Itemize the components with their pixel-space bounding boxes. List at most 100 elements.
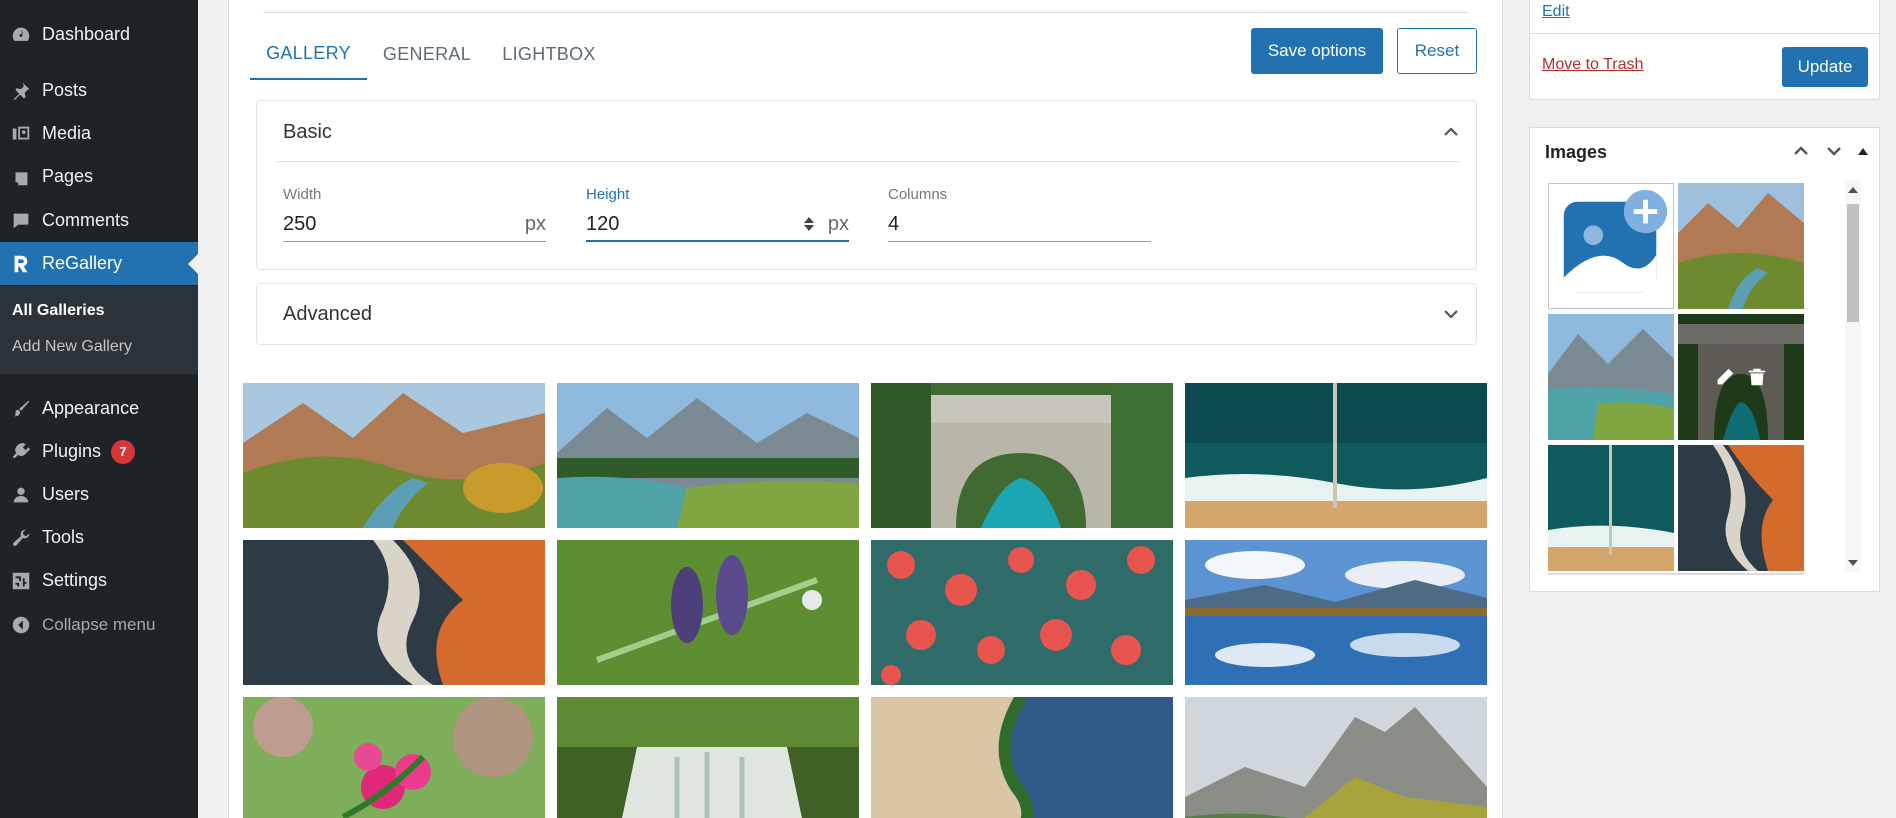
advanced-panel-title[interactable]: Advanced [283, 303, 372, 326]
gallery-image-pink-blossom[interactable] [243, 697, 545, 818]
gallery-image-stone-bridge[interactable] [871, 383, 1173, 528]
height-field[interactable]: Height 120 px [586, 186, 849, 242]
add-image-icon [1563, 189, 1668, 293]
chevron-up-icon[interactable] [1442, 123, 1460, 141]
gallery-image-waterfall[interactable] [557, 697, 859, 818]
width-input[interactable]: 250 [283, 213, 517, 236]
save-options-button[interactable]: Save options [1251, 28, 1383, 74]
divider [277, 161, 1459, 162]
columns-input[interactable]: 4 [888, 213, 1151, 236]
menu-label: Dashboard [42, 24, 131, 44]
divider [263, 12, 1469, 13]
menu-item-plugins[interactable]: Plugins 7 [0, 430, 198, 473]
menu-label: Collapse menu [42, 614, 156, 634]
pages-icon [0, 166, 42, 188]
basic-panel-title[interactable]: Basic [283, 121, 332, 144]
toggle-panel-icon[interactable] [1850, 138, 1876, 164]
collapse-arrow-icon [0, 614, 42, 636]
menu-item-comments[interactable]: Comments [0, 199, 198, 242]
submenu-all-galleries[interactable]: All Galleries [12, 302, 105, 320]
basic-settings-panel: Basic Width 250 px Height 120 px Columns… [256, 100, 1477, 270]
collapse-menu-button[interactable]: Collapse menu [0, 603, 198, 646]
regallery-submenu: All Galleries Add New Gallery [0, 286, 198, 374]
submenu-add-new-gallery[interactable]: Add New Gallery [12, 338, 132, 356]
height-input[interactable]: 120 [586, 213, 804, 236]
menu-label: Plugins [42, 441, 102, 461]
menu-label: Posts [42, 80, 88, 100]
gallery-image-lake-reflection[interactable] [1185, 540, 1487, 685]
settings-icon [0, 570, 42, 592]
gallery-image-coastline-road[interactable] [871, 697, 1173, 818]
reset-button[interactable]: Reset [1397, 28, 1477, 74]
number-stepper[interactable] [803, 217, 814, 231]
brush-icon [0, 398, 42, 420]
publish-box: Edit Move to Trash Update [1529, 0, 1880, 100]
dashboard-icon [0, 24, 42, 46]
menu-label: Tools [42, 527, 85, 547]
gallery-image-canyon-river[interactable] [243, 383, 545, 528]
columns-field[interactable]: Columns 4 [888, 186, 1151, 242]
tab-lightbox[interactable]: LIGHTBOX [487, 28, 611, 80]
menu-label: Settings [42, 570, 108, 590]
scroll-down-icon[interactable] [1848, 560, 1858, 566]
comment-icon [0, 210, 42, 232]
menu-label: ReGallery [42, 253, 123, 273]
field-label: Height [586, 186, 630, 203]
image-thumb-stone-bridge[interactable] [1678, 314, 1804, 440]
menu-item-regallery[interactable]: ReGallery [0, 242, 198, 285]
images-scrollbar[interactable] [1845, 180, 1861, 572]
field-label: Width [283, 186, 322, 203]
add-images-button[interactable]: Add images [1548, 183, 1674, 309]
move-to-trash-link[interactable]: Move to Trash [1542, 56, 1643, 74]
gallery-image-red-flowers[interactable] [871, 540, 1173, 685]
images-box-title: Images [1545, 142, 1608, 162]
menu-label: Pages [42, 166, 94, 186]
image-thumb-pier-aerial[interactable] [1548, 445, 1674, 571]
image-thumb-mountain-lake[interactable] [1548, 314, 1674, 440]
pin-icon [0, 80, 42, 102]
divider [1530, 33, 1879, 34]
gallery-editor-panel: GALLERY GENERAL LIGHTBOX Save options Re… [228, 0, 1503, 818]
tab-general[interactable]: GENERAL [367, 28, 487, 80]
regallery-icon [0, 253, 42, 275]
plugin-icon [0, 441, 42, 463]
move-down-icon[interactable] [1821, 138, 1847, 164]
edit-link[interactable]: Edit [1542, 3, 1570, 21]
advanced-settings-panel[interactable]: Advanced [256, 283, 1477, 345]
scrollbar-thumb[interactable] [1847, 204, 1859, 322]
unit-label: px [524, 213, 546, 235]
chevron-down-icon[interactable] [1442, 305, 1460, 323]
menu-label: Comments [42, 210, 130, 230]
update-button[interactable]: Update [1782, 47, 1868, 87]
gallery-image-sea-rocks[interactable] [243, 540, 545, 685]
gallery-image-pier-aerial[interactable] [1185, 383, 1487, 528]
menu-label: Appearance [42, 398, 140, 418]
menu-item-appearance[interactable]: Appearance [0, 387, 198, 430]
menu-item-posts[interactable]: Posts [0, 69, 198, 112]
menu-item-dashboard[interactable]: Dashboard [0, 13, 198, 56]
menu-item-tools[interactable]: Tools [0, 516, 198, 559]
wrench-icon [0, 527, 42, 549]
plugins-update-badge: 7 [111, 439, 136, 464]
gallery-image-alpine-peaks[interactable] [1185, 697, 1487, 818]
image-thumb-canyon-river[interactable] [1678, 183, 1804, 309]
menu-item-settings[interactable]: Settings [0, 559, 198, 602]
menu-item-media[interactable]: Media [0, 112, 198, 155]
move-up-icon[interactable] [1788, 138, 1814, 164]
user-icon [0, 484, 42, 506]
scroll-up-icon[interactable] [1848, 187, 1858, 193]
media-icon [0, 123, 42, 145]
edit-pencil-icon[interactable] [1714, 366, 1736, 388]
gallery-image-fir-cones[interactable] [557, 540, 859, 685]
divider [1548, 573, 1804, 575]
unit-label: px [827, 212, 849, 235]
tab-gallery[interactable]: GALLERY [250, 28, 367, 80]
add-images-label: Add images [1579, 274, 1643, 286]
gallery-image-mountain-lake[interactable] [557, 383, 859, 528]
image-thumb-sea-rocks[interactable] [1678, 445, 1804, 571]
field-label: Columns [888, 186, 948, 203]
width-field[interactable]: Width 250 px [283, 186, 546, 242]
trash-icon[interactable] [1746, 366, 1768, 388]
menu-item-pages[interactable]: Pages [0, 155, 198, 198]
menu-item-users[interactable]: Users [0, 473, 198, 516]
